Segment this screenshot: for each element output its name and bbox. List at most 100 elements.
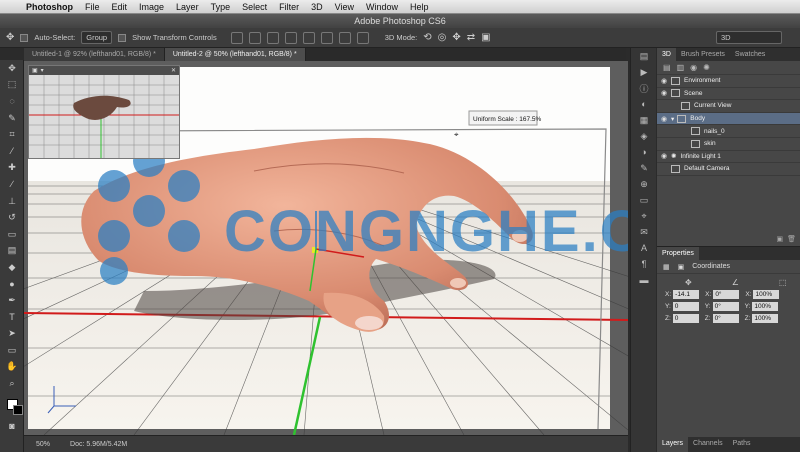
scene-filter-icon[interactable]: ▤ (663, 63, 671, 72)
align-right-icon[interactable] (320, 31, 333, 44)
brush-presets-icon[interactable]: ✎ (631, 160, 657, 176)
actions-icon[interactable]: ▶ (631, 64, 657, 80)
menu-filter[interactable]: Filter (273, 2, 305, 12)
workspace-dropdown[interactable]: 3D (716, 31, 782, 44)
light-filter-icon[interactable]: ✺ (703, 63, 710, 72)
eye-icon[interactable]: ◉ (657, 77, 671, 85)
scene-row-skin[interactable]: skin (657, 138, 800, 151)
y-rotation-field[interactable]: 0° (712, 302, 739, 311)
scale-3d-icon[interactable]: ▣ (481, 32, 490, 43)
close-view-icon[interactable]: ✕ (171, 67, 176, 74)
notes-icon[interactable]: ✉ (631, 224, 657, 240)
info-icon[interactable]: ⓘ (631, 80, 657, 96)
y-scale-field[interactable]: 100% (752, 302, 779, 311)
scene-row-scene[interactable]: ◉ Scene (657, 88, 800, 101)
marquee-icon[interactable]: ⬚ (0, 77, 24, 94)
tab-brush-presets[interactable]: Brush Presets (676, 48, 730, 61)
measurement-icon[interactable]: ▬ (631, 272, 657, 288)
scene-row-body[interactable]: ◉ ▾ Body (657, 112, 800, 126)
clone-source-icon[interactable]: ⊕ (631, 176, 657, 192)
roll-3d-icon[interactable]: ◎ (438, 32, 447, 43)
menu-image[interactable]: Image (133, 2, 170, 12)
move-icon[interactable]: ✥ (0, 60, 24, 77)
scene-row-current-view[interactable]: Current View (657, 100, 800, 113)
menu-app[interactable]: Photoshop (20, 2, 79, 12)
tab-channels[interactable]: Channels (688, 437, 728, 452)
eraser-icon[interactable]: ▭ (0, 226, 24, 243)
blur-icon[interactable]: ◆ (0, 259, 24, 276)
eyedropper-icon[interactable]: ⁄ (0, 143, 24, 160)
z-position-field[interactable]: 0 (672, 314, 699, 323)
path-select-icon[interactable]: ➤ (0, 326, 24, 343)
align-middle-icon[interactable] (248, 31, 261, 44)
rotate-3d-icon[interactable]: ⟲ (423, 32, 431, 43)
menu-select[interactable]: Select (236, 2, 273, 12)
doc-size[interactable]: Doc: 5.96M/5.42M (70, 441, 127, 448)
menu-view[interactable]: View (329, 2, 360, 12)
group-dropdown[interactable]: Group (81, 31, 113, 44)
lasso-icon[interactable]: ◌ (0, 93, 24, 110)
scene-row-camera[interactable]: Default Camera (657, 163, 800, 176)
secondary-view[interactable]: ▣ ▾ ✕ (28, 65, 180, 159)
camera-view-icon[interactable]: ▣ (32, 67, 38, 74)
history-icon[interactable]: ▤ (631, 48, 657, 64)
layer-comps-icon[interactable]: ▭ (631, 192, 657, 208)
scene-row-environment[interactable]: ◉ Environment (657, 75, 800, 88)
z-scale-field[interactable]: 100% (752, 314, 779, 323)
align-left-icon[interactable] (284, 31, 297, 44)
crop-icon[interactable]: ⌗ (0, 126, 24, 143)
menu-window[interactable]: Window (360, 2, 404, 12)
healing-icon[interactable]: ✚ (0, 160, 24, 177)
chevron-down-icon[interactable]: ▾ (671, 115, 674, 123)
distribute-h-icon[interactable] (356, 31, 369, 44)
align-top-icon[interactable] (230, 31, 243, 44)
zoom-icon[interactable]: ⌕ (0, 375, 24, 392)
eye-icon[interactable]: ◉ (657, 152, 671, 160)
brush-icon[interactable]: ∕ (0, 176, 24, 193)
quick-mask-icon[interactable]: ◙ (0, 418, 24, 435)
align-center-icon[interactable] (302, 31, 315, 44)
move-tool-icon[interactable]: ✥ (6, 32, 14, 43)
tab-layers[interactable]: Layers (657, 437, 689, 452)
scene-row-nails[interactable]: nails_0 (657, 125, 800, 138)
menu-3d[interactable]: 3D (305, 2, 329, 12)
color-icon[interactable]: ◐ (631, 96, 657, 112)
navigator-icon[interactable]: ⌖ (631, 208, 657, 224)
x-position-field[interactable]: -14.1 (673, 290, 700, 299)
tab-untitled-2[interactable]: Untitled-2 @ 50% (lefthand01, RGB/8) * (164, 48, 306, 61)
eye-icon[interactable]: ◉ (657, 115, 671, 123)
styles-icon[interactable]: ◈ (631, 128, 657, 144)
coordinates-icon[interactable]: ▣ (678, 263, 685, 271)
pen-icon[interactable]: ✒ (0, 292, 24, 309)
auto-select-checkbox[interactable] (20, 33, 29, 42)
mesh-filter-icon[interactable]: ▥ (677, 63, 685, 72)
zoom-level[interactable]: 50% (36, 441, 50, 448)
align-bottom-icon[interactable] (266, 31, 279, 44)
z-rotation-field[interactable]: 0° (712, 314, 739, 323)
character-icon[interactable]: A (631, 240, 657, 256)
tab-3d[interactable]: 3D (657, 48, 676, 61)
trash-icon[interactable]: 🗑 (787, 235, 796, 245)
x-scale-field[interactable]: 100% (753, 290, 780, 299)
menu-edit[interactable]: Edit (106, 2, 134, 12)
mesh-props-icon[interactable]: ▦ (663, 263, 670, 271)
color-swatch-icon[interactable] (0, 392, 24, 418)
slide-3d-icon[interactable]: ⇄ (467, 32, 475, 43)
tab-swatches[interactable]: Swatches (730, 48, 770, 61)
type-icon[interactable]: T (0, 309, 24, 326)
eye-icon[interactable]: ◉ (657, 89, 671, 97)
x-rotation-field[interactable]: 0° (713, 290, 740, 299)
pan-3d-icon[interactable]: ✥ (452, 32, 460, 43)
distribute-icon[interactable] (338, 31, 351, 44)
new-layer-icon[interactable]: ▣ (776, 235, 783, 245)
transform-controls-checkbox[interactable] (118, 33, 127, 42)
dodge-icon[interactable]: ● (0, 276, 24, 293)
paragraph-icon[interactable]: ¶ (631, 256, 657, 272)
hand-icon[interactable]: ✋ (0, 359, 24, 376)
y-position-field[interactable]: 0 (672, 302, 699, 311)
tab-paths[interactable]: Paths (728, 437, 756, 452)
shape-icon[interactable]: ▭ (0, 342, 24, 359)
menu-file[interactable]: File (79, 2, 106, 12)
scene-row-light[interactable]: ◉ ✺ Infinite Light 1 (657, 151, 800, 164)
document-canvas[interactable]: CONGNGHE.ORG Uniform Scale : 167.5% ⌖ ▣ … (24, 61, 628, 435)
